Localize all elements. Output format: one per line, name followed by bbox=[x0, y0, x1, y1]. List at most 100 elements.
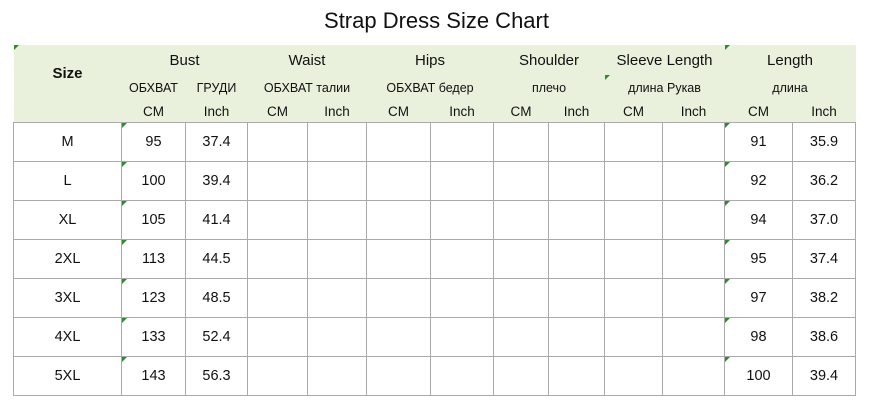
shoulder-cm-cell bbox=[493, 122, 549, 162]
bust-inch-cell: 56.3 bbox=[185, 356, 248, 396]
table-row: 4XL 133 52.4 98 38.6 bbox=[13, 317, 856, 357]
length-inch-cell: 36.2 bbox=[792, 161, 856, 201]
hips-inch-cell bbox=[430, 356, 494, 396]
hips-cm-cell bbox=[366, 161, 431, 201]
bust-cm-cell: 100 bbox=[121, 161, 186, 201]
length-inch-cell: 38.2 bbox=[792, 278, 856, 318]
hips-inch-cell bbox=[430, 161, 494, 201]
size-cell: 3XL bbox=[13, 278, 122, 318]
length-cm-cell: 92 bbox=[724, 161, 793, 201]
waist-cm-cell bbox=[247, 161, 308, 201]
shoulder-inch-cell bbox=[548, 239, 605, 279]
length-inch-cell: 37.4 bbox=[792, 239, 856, 279]
length-cm-cell: 98 bbox=[724, 317, 793, 357]
shoulder-inch-cell bbox=[548, 122, 605, 162]
waist-header: Waist bbox=[247, 45, 367, 75]
size-cell: L bbox=[13, 161, 122, 201]
hips-cm-cell bbox=[366, 239, 431, 279]
sleeve-cm-cell bbox=[604, 122, 663, 162]
size-cell: 2XL bbox=[13, 239, 122, 279]
waist-inch-cell bbox=[307, 317, 367, 357]
length-cm-cell: 100 bbox=[724, 356, 793, 396]
waist-cm-cell bbox=[247, 278, 308, 318]
waist-cm-cell bbox=[247, 356, 308, 396]
length-inch-cell: 39.4 bbox=[792, 356, 856, 396]
waist-cm-cell bbox=[247, 317, 308, 357]
shoulder-cm-cell bbox=[493, 161, 549, 201]
shoulder-cm-cell bbox=[493, 317, 549, 357]
hips-inch-cell bbox=[430, 317, 494, 357]
length-cm-cell: 94 bbox=[724, 200, 793, 240]
size-column-header: Size bbox=[13, 45, 122, 101]
table-row: 5XL 143 56.3 100 39.4 bbox=[13, 356, 856, 396]
shoulder-cm-cell bbox=[493, 239, 549, 279]
bust-cm-cell: 95 bbox=[121, 122, 186, 162]
waist-inch-cell bbox=[307, 239, 367, 279]
waist-inch-header: Inch bbox=[307, 101, 367, 123]
waist-inch-cell bbox=[307, 161, 367, 201]
bust-sub-label-1: ОБХВАТ bbox=[121, 75, 186, 101]
size-cell: M bbox=[13, 122, 122, 162]
length-cm-cell: 91 bbox=[724, 122, 793, 162]
bust-cm-cell: 123 bbox=[121, 278, 186, 318]
bust-inch-cell: 48.5 bbox=[185, 278, 248, 318]
table-body: M 95 37.4 91 35.9 L 100 39.4 92 36.2 XL … bbox=[13, 122, 856, 396]
hips-cm-cell bbox=[366, 356, 431, 396]
table-row: M 95 37.4 91 35.9 bbox=[13, 122, 856, 162]
hips-cm-cell bbox=[366, 317, 431, 357]
sleeve-inch-cell bbox=[662, 239, 725, 279]
table-row: 3XL 123 48.5 97 38.2 bbox=[13, 278, 856, 318]
shoulder-cm-cell bbox=[493, 278, 549, 318]
length-header: Length bbox=[724, 45, 856, 75]
sleeve-cm-cell bbox=[604, 317, 663, 357]
sleeve-cm-cell bbox=[604, 278, 663, 318]
shoulder-cm-header: CM bbox=[493, 101, 549, 123]
hips-cm-cell bbox=[366, 122, 431, 162]
waist-cm-cell bbox=[247, 239, 308, 279]
sleeve-cm-cell bbox=[604, 200, 663, 240]
sleeve-inch-header: Inch bbox=[662, 101, 725, 123]
bust-cm-cell: 133 bbox=[121, 317, 186, 357]
table-row: XL 105 41.4 94 37.0 bbox=[13, 200, 856, 240]
hips-sub-label: ОБХВАТ бедер bbox=[366, 75, 494, 101]
hips-cm-cell bbox=[366, 200, 431, 240]
shoulder-inch-header: Inch bbox=[548, 101, 605, 123]
hips-cm-header: CM bbox=[366, 101, 431, 123]
bust-inch-cell: 52.4 bbox=[185, 317, 248, 357]
length-cm-cell: 95 bbox=[724, 239, 793, 279]
shoulder-inch-cell bbox=[548, 278, 605, 318]
waist-cm-cell bbox=[247, 200, 308, 240]
size-cell: XL bbox=[13, 200, 122, 240]
waist-cm-header: CM bbox=[247, 101, 308, 123]
sleeve-cm-header: CM bbox=[604, 101, 663, 123]
bust-cm-cell: 113 bbox=[121, 239, 186, 279]
length-cm-header: CM bbox=[724, 101, 793, 123]
hips-inch-cell bbox=[430, 200, 494, 240]
sleeve-inch-cell bbox=[662, 122, 725, 162]
hips-cm-cell bbox=[366, 278, 431, 318]
waist-inch-cell bbox=[307, 200, 367, 240]
waist-sub-label: ОБХВАТ талии bbox=[247, 75, 367, 101]
sleeve-inch-cell bbox=[662, 356, 725, 396]
length-sub-label: длина bbox=[724, 75, 856, 101]
shoulder-inch-cell bbox=[548, 161, 605, 201]
shoulder-inch-cell bbox=[548, 200, 605, 240]
length-inch-cell: 37.0 bbox=[792, 200, 856, 240]
bust-cm-cell: 105 bbox=[121, 200, 186, 240]
hips-header: Hips bbox=[366, 45, 494, 75]
table-row: 2XL 113 44.5 95 37.4 bbox=[13, 239, 856, 279]
waist-inch-cell bbox=[307, 278, 367, 318]
size-cell: 5XL bbox=[13, 356, 122, 396]
length-inch-cell: 35.9 bbox=[792, 122, 856, 162]
sleeve-inch-cell bbox=[662, 200, 725, 240]
waist-inch-cell bbox=[307, 356, 367, 396]
hips-inch-cell bbox=[430, 278, 494, 318]
sleeve-cm-cell bbox=[604, 239, 663, 279]
bust-inch-cell: 39.4 bbox=[185, 161, 248, 201]
shoulder-cm-cell bbox=[493, 200, 549, 240]
shoulder-header: Shoulder bbox=[493, 45, 605, 75]
length-inch-header: Inch bbox=[792, 101, 856, 123]
hips-inch-cell bbox=[430, 122, 494, 162]
bust-header: Bust bbox=[121, 45, 248, 75]
shoulder-sub-label: плечо bbox=[493, 75, 605, 101]
